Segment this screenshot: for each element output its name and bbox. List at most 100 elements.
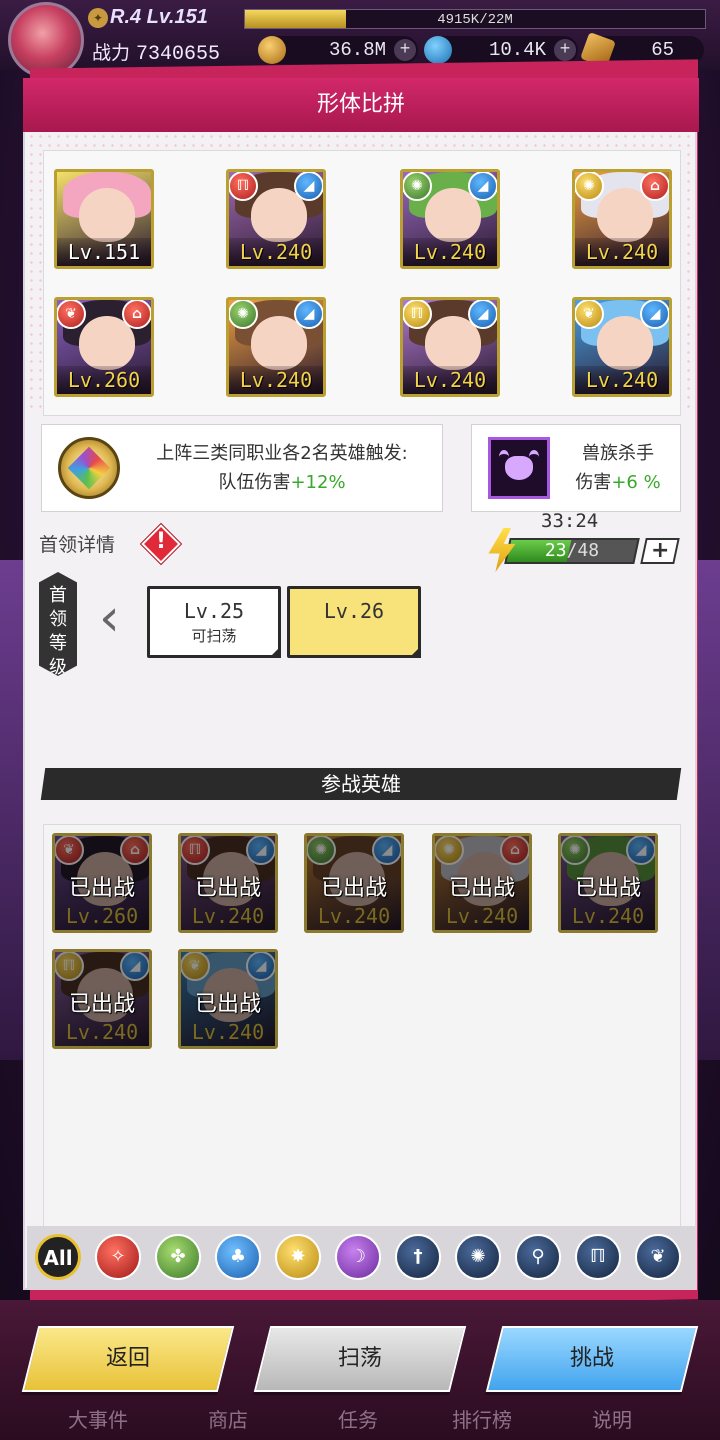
rune-icon: ℿ bbox=[403, 300, 432, 329]
gem-resource: 10.4K + bbox=[424, 36, 578, 64]
class-bonus-value: +12% bbox=[290, 472, 346, 493]
team-hero-card[interactable]: ℿ ◢ Lv.240 bbox=[400, 297, 500, 397]
filter-staff-class-icon[interactable]: ⚲ bbox=[515, 1234, 561, 1280]
hero-level: Lv.240 bbox=[571, 904, 645, 928]
deployed-tag: 已出战 bbox=[68, 876, 135, 901]
warning-icon[interactable]: ! bbox=[141, 524, 181, 564]
hero-level: Lv.240 bbox=[191, 904, 265, 928]
deployed-hero-card[interactable]: ✺ ⌂ Lv.240 已出战 bbox=[432, 833, 532, 933]
filter-wings-class-icon[interactable]: ❦ bbox=[635, 1234, 681, 1280]
swirl-icon: ✺ bbox=[229, 300, 258, 329]
beast-slayer-title: 兽族杀手 bbox=[582, 443, 654, 464]
boss-level-option-selected[interactable]: Lv.26 bbox=[287, 586, 421, 658]
beast-slayer-effect: 伤害+6 % bbox=[558, 468, 678, 497]
team-hero-card[interactable]: ℿ ◢ Lv.240 bbox=[226, 169, 326, 269]
stamina-current: 23 bbox=[544, 540, 567, 561]
add-stamina-button[interactable]: + bbox=[640, 538, 680, 564]
player-bar: ✦ R.4 Lv.151 4915K/22M 战力 7340655 36.8M +… bbox=[0, 0, 720, 78]
nav-ranking[interactable]: 排行榜 bbox=[452, 1404, 512, 1433]
swirl-icon: ✺ bbox=[575, 172, 604, 201]
wave-icon: ◢ bbox=[468, 300, 497, 329]
nav-help[interactable]: 说明 bbox=[592, 1404, 632, 1433]
team-hero-card[interactable]: ❦ ⌂ Lv.260 bbox=[54, 297, 154, 397]
wings-icon: ❦ bbox=[575, 300, 604, 329]
wave-icon: ◢ bbox=[468, 172, 497, 201]
participating-heroes-grid: ❦ ⌂ Lv.260 已出战 ℿ ◢ Lv.240 已出战 ✺ ◢ Lv.240 已出战 ✺ ⌂ Lv.24… bbox=[43, 824, 681, 1228]
boss-level-value: Lv.26 bbox=[323, 599, 385, 623]
hero-level: Lv.260 bbox=[65, 904, 139, 928]
rank-icon: ✦ bbox=[88, 8, 108, 28]
hero-level: Lv.240 bbox=[229, 238, 323, 266]
boss-level-status: 可扫荡 bbox=[191, 627, 237, 645]
rune-icon: ℿ bbox=[181, 836, 210, 865]
filter-fire-element-icon[interactable]: ✧ bbox=[95, 1234, 141, 1280]
gold-coin-icon bbox=[258, 36, 286, 64]
filter-leaf-element-icon[interactable]: ✤ bbox=[155, 1234, 201, 1280]
boss-level-value: Lv.25 bbox=[183, 599, 245, 623]
wave-icon: ◢ bbox=[294, 172, 323, 201]
team-hero-card[interactable]: ✺ ◢ Lv.240 bbox=[400, 169, 500, 269]
filter-dark-element-icon[interactable]: ☽ bbox=[335, 1234, 381, 1280]
swirl-icon: ✺ bbox=[307, 836, 336, 865]
deployed-hero-card[interactable]: ❦ ◢ Lv.240 已出战 bbox=[178, 949, 278, 1049]
hero-level: Lv.240 bbox=[575, 238, 669, 266]
team-lineup: Lv.151 ℿ ◢ Lv.240 ✺ ◢ Lv.240 ✺ ⌂ Lv.240 ❦ ⌂ Lv.260 ✺ ◢… bbox=[43, 150, 681, 416]
filter-water-element-icon[interactable]: ♣ bbox=[215, 1234, 261, 1280]
team-hero-card[interactable]: ✺ ◢ Lv.240 bbox=[226, 297, 326, 397]
nav-tasks[interactable]: 任务 bbox=[338, 1404, 378, 1433]
player-avatar[interactable] bbox=[8, 2, 84, 78]
power-value: 7340655 bbox=[136, 43, 221, 66]
team-hero-card[interactable]: ✺ ⌂ Lv.240 bbox=[572, 169, 672, 269]
class-bonus-panel: 上阵三类同职业各2名英雄触发: 队伍伤害+12% bbox=[41, 424, 443, 512]
hero-level: Lv.240 bbox=[191, 1020, 265, 1044]
filter-light-element-icon[interactable]: ✸ bbox=[275, 1234, 321, 1280]
add-gold-button[interactable]: + bbox=[394, 39, 416, 61]
deployed-tag: 已出战 bbox=[68, 992, 135, 1017]
boss-level-option[interactable]: Lv.25 可扫荡 bbox=[147, 586, 281, 658]
helmet-icon: ⌂ bbox=[500, 836, 529, 865]
filter-sword-class-icon[interactable]: † bbox=[395, 1234, 441, 1280]
add-gem-button[interactable]: + bbox=[554, 39, 576, 61]
deployed-hero-card[interactable]: ℿ ◢ Lv.240 已出战 bbox=[52, 949, 152, 1049]
team-hero-card[interactable]: ❦ ◢ Lv.240 bbox=[572, 297, 672, 397]
deployed-tag: 已出战 bbox=[194, 876, 261, 901]
filter-swirl-class-icon[interactable]: ✺ bbox=[455, 1234, 501, 1280]
wave-icon: ◢ bbox=[294, 300, 323, 329]
boss-details-label: 首领详情 bbox=[39, 534, 116, 556]
class-bonus-condition: 上阵三类同职业各2名英雄触发: bbox=[156, 443, 408, 464]
filter-rune-class-icon[interactable]: ℿ bbox=[575, 1234, 621, 1280]
boss-level-tab: 首领等级 bbox=[39, 572, 77, 676]
hero-level: Lv.240 bbox=[403, 238, 497, 266]
stamina-max: /48 bbox=[566, 540, 600, 561]
deployed-hero-card[interactable]: ✺ ◢ Lv.240 已出战 bbox=[304, 833, 404, 933]
nav-events[interactable]: 大事件 bbox=[68, 1404, 128, 1433]
wings-icon: ❦ bbox=[181, 952, 210, 981]
stamina-text: 23/48 bbox=[509, 540, 635, 562]
wave-icon: ◢ bbox=[372, 836, 401, 865]
challenge-button-label: 挑战 bbox=[569, 1346, 614, 1371]
sweep-button-label: 扫荡 bbox=[337, 1346, 382, 1371]
deployed-tag: 已出战 bbox=[320, 876, 387, 901]
blue-gem-icon bbox=[424, 36, 452, 64]
deployed-hero-card[interactable]: ℿ ◢ Lv.240 已出战 bbox=[178, 833, 278, 933]
deployed-hero-card[interactable]: ❦ ⌂ Lv.260 已出战 bbox=[52, 833, 152, 933]
beast-slayer-effect-label: 伤害 bbox=[575, 472, 612, 493]
deployed-hero-card[interactable]: ✺ ◢ Lv.240 已出战 bbox=[558, 833, 658, 933]
class-bonus-effect-label: 队伍伤害 bbox=[218, 472, 291, 493]
nav-shop[interactable]: 商店 bbox=[208, 1404, 248, 1433]
wave-icon: ◢ bbox=[246, 952, 275, 981]
team-hero-card[interactable]: Lv.151 bbox=[54, 169, 154, 269]
chevron-left-icon[interactable]: ‹ bbox=[99, 592, 125, 644]
filter-all-icon[interactable]: All bbox=[35, 1234, 81, 1280]
helmet-icon: ⌂ bbox=[640, 172, 669, 201]
class-bonus-icon bbox=[58, 437, 120, 499]
wings-icon: ❦ bbox=[57, 300, 86, 329]
deployed-tag: 已出战 bbox=[574, 876, 641, 901]
boss-level-tab-label: 首领等级 bbox=[49, 585, 67, 678]
wings-icon: ❦ bbox=[55, 836, 84, 865]
hero-level: Lv.240 bbox=[575, 366, 669, 394]
swirl-icon: ✺ bbox=[561, 836, 590, 865]
stamina-bar: 23/48 bbox=[504, 538, 640, 564]
hero-filter-bar: All ✧ ✤ ♣ ✸ ☽ † ✺ ⚲ ℿ ❦ bbox=[27, 1226, 697, 1288]
wave-icon: ◢ bbox=[120, 952, 149, 981]
